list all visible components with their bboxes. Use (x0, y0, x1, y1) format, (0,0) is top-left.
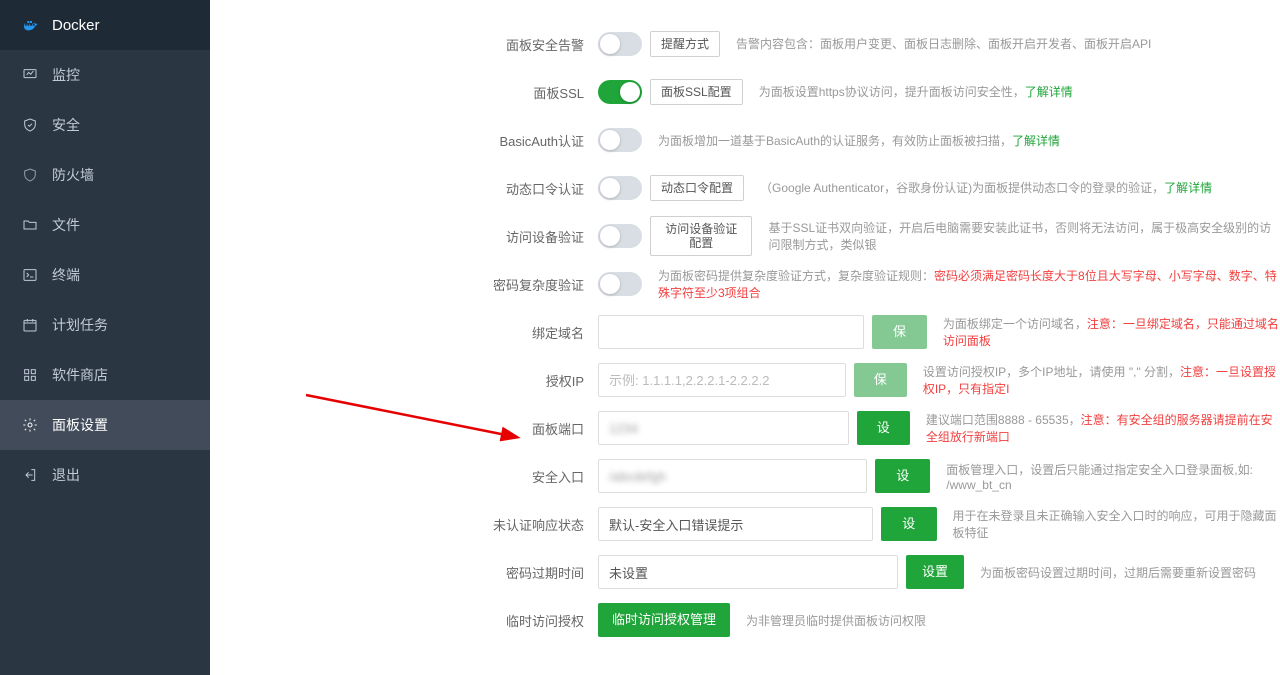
btn-device-config[interactable]: 访问设备验证配置 (650, 216, 752, 257)
sidebar-item-files[interactable]: 文件 (0, 200, 210, 250)
sidebar-item-cron[interactable]: 计划任务 (0, 300, 210, 350)
label-port: 面板端口 (210, 419, 598, 438)
row-pwdcomplex: 密码复杂度验证 为面板密码提供复杂度验证方式，复杂度验证规则：密码必须满足密码长… (210, 260, 1280, 308)
btn-ssl-config[interactable]: 面板SSL配置 (650, 79, 743, 105)
row-unauth: 未认证响应状态 设置 用于在未登录且未正确输入安全入口时的响应，可用于隐藏面板特… (210, 500, 1280, 548)
desc-device: 基于SSL证书双向验证，开启后电脑需要安装此证书，否则将无法访问，属于极高安全级… (768, 219, 1280, 253)
calendar-icon (22, 317, 38, 333)
link-ssl-learn[interactable]: 了解详情 (1025, 85, 1073, 99)
btn-unauth-set[interactable]: 设置 (881, 507, 937, 541)
btn-ip-save[interactable]: 保存 (854, 363, 907, 397)
docker-icon (22, 17, 38, 33)
desc-unauth: 用于在未登录且未正确输入安全入口时的响应，可用于隐藏面板特征 (953, 507, 1280, 541)
label-expire: 密码过期时间 (210, 563, 598, 582)
label-temp: 临时访问授权 (210, 611, 598, 630)
sidebar-item-settings[interactable]: 面板设置 (0, 400, 210, 450)
btn-expire-set[interactable]: 设置 (906, 555, 964, 589)
label-pwdcomplex: 密码复杂度验证 (210, 275, 598, 294)
sidebar-item-label: 软件商店 (52, 365, 108, 385)
btn-alert-mode[interactable]: 提醒方式 (650, 31, 720, 57)
row-expire: 密码过期时间 设置 为面板密码设置过期时间，过期后需要重新设置密码 (210, 548, 1280, 596)
label-basicauth: BasicAuth认证 (210, 131, 598, 150)
label-ip: 授权IP (210, 371, 598, 390)
terminal-icon (22, 267, 38, 283)
main-content: 面板安全告警 提醒方式 告警内容包含：面板用户变更、面板日志删除、面板开启开发者… (210, 0, 1280, 675)
row-port: 面板端口 1234 设置 建议端口范围8888 - 65535，注意：有安全组的… (210, 404, 1280, 452)
label-otp: 动态口令认证 (210, 179, 598, 198)
sidebar-item-label: 监控 (52, 65, 80, 85)
desc-domain: 为面板绑定一个访问域名，注意：一旦绑定域名，只能通过域名访问面板 (943, 315, 1280, 349)
row-basicauth: BasicAuth认证 为面板增加一道基于BasicAuth的认证服务，有效防止… (210, 116, 1280, 164)
sidebar-item-label: Docker (52, 17, 100, 34)
folder-icon (22, 217, 38, 233)
sidebar-item-label: 防火墙 (52, 165, 94, 185)
row-alert: 面板安全告警 提醒方式 告警内容包含：面板用户变更、面板日志删除、面板开启开发者… (210, 20, 1280, 68)
label-alert: 面板安全告警 (210, 35, 598, 54)
label-entry: 安全入口 (210, 467, 598, 486)
input-ip[interactable] (598, 363, 846, 397)
toggle-basicauth[interactable] (598, 128, 642, 152)
desc-alert: 告警内容包含：面板用户变更、面板日志删除、面板开启开发者、面板开启API (736, 35, 1151, 52)
desc-ip: 设置访问授权IP，多个IP地址，请使用 "," 分割，注意：一旦设置授权IP，只… (923, 363, 1280, 397)
label-ssl: 面板SSL (210, 83, 598, 102)
desc-expire: 为面板密码设置过期时间，过期后需要重新设置密码 (980, 564, 1256, 581)
sidebar-item-terminal[interactable]: 终端 (0, 250, 210, 300)
btn-temp-manage[interactable]: 临时访问授权管理 (598, 603, 730, 637)
sidebar-item-label: 面板设置 (52, 415, 108, 435)
input-expire[interactable] (598, 555, 898, 589)
link-basic-learn[interactable]: 了解详情 (1012, 134, 1060, 148)
sidebar-item-label: 退出 (52, 465, 80, 485)
input-port[interactable]: 1234 (598, 411, 849, 445)
monitor-icon (22, 67, 38, 83)
sidebar-item-monitor[interactable]: 监控 (0, 50, 210, 100)
desc-entry: 面板管理入口，设置后只能通过指定安全入口登录面板,如: /www_bt_cn (946, 461, 1280, 492)
row-ssl: 面板SSL 面板SSL配置 为面板设置https协议访问，提升面板访问安全性，了… (210, 68, 1280, 116)
row-device: 访问设备验证 访问设备验证配置 基于SSL证书双向验证，开启后电脑需要安装此证书… (210, 212, 1280, 260)
desc-temp: 为非管理员临时提供面板访问权限 (746, 612, 926, 629)
sidebar-item-appstore[interactable]: 软件商店 (0, 350, 210, 400)
sidebar-item-label: 安全 (52, 115, 80, 135)
sidebar-item-docker[interactable]: Docker (0, 0, 210, 50)
toggle-otp[interactable] (598, 176, 642, 200)
apps-icon (22, 367, 38, 383)
link-otp-learn[interactable]: 了解详情 (1164, 181, 1212, 195)
toggle-alert[interactable] (598, 32, 642, 56)
label-unauth: 未认证响应状态 (210, 515, 598, 534)
row-ip: 授权IP 保存 设置访问授权IP，多个IP地址，请使用 "," 分割，注意：一旦… (210, 356, 1280, 404)
btn-port-set[interactable]: 设置 (857, 411, 910, 445)
toggle-pwdcomplex[interactable] (598, 272, 642, 296)
firewall-icon (22, 167, 38, 183)
desc-pwdcomplex: 为面板密码提供复杂度验证方式，复杂度验证规则：密码必须满足密码长度大于8位且大写… (658, 267, 1280, 301)
gear-icon (22, 417, 38, 433)
row-temp: 临时访问授权 临时访问授权管理 为非管理员临时提供面板访问权限 (210, 596, 1280, 644)
shield-icon (22, 117, 38, 133)
btn-otp-config[interactable]: 动态口令配置 (650, 175, 744, 201)
desc-basicauth: 为面板增加一道基于BasicAuth的认证服务，有效防止面板被扫描，了解详情 (658, 132, 1060, 149)
logout-icon (22, 467, 38, 483)
sidebar: Docker 监控 安全 防火墙 文件 终端 计划任务 软件商店 (0, 0, 210, 675)
toggle-ssl[interactable] (598, 80, 642, 104)
btn-entry-set[interactable]: 设置 (875, 459, 930, 493)
sidebar-item-logout[interactable]: 退出 (0, 450, 210, 500)
sidebar-item-label: 计划任务 (52, 315, 108, 335)
label-domain: 绑定域名 (210, 323, 598, 342)
label-device: 访问设备验证 (210, 227, 598, 246)
input-unauth[interactable] (598, 507, 873, 541)
row-domain: 绑定域名 保存 为面板绑定一个访问域名，注意：一旦绑定域名，只能通过域名访问面板 (210, 308, 1280, 356)
desc-ssl: 为面板设置https协议访问，提升面板访问安全性，了解详情 (759, 83, 1073, 100)
row-entry: 安全入口 /abcdefgh 设置 面板管理入口，设置后只能通过指定安全入口登录… (210, 452, 1280, 500)
sidebar-item-label: 文件 (52, 215, 80, 235)
row-otp: 动态口令认证 动态口令配置 （Google Authenticator，谷歌身份… (210, 164, 1280, 212)
toggle-device[interactable] (598, 224, 642, 248)
btn-domain-save[interactable]: 保存 (872, 315, 927, 349)
desc-otp: （Google Authenticator，谷歌身份认证)为面板提供动态口令的登… (760, 179, 1212, 196)
sidebar-item-firewall[interactable]: 防火墙 (0, 150, 210, 200)
input-domain[interactable] (598, 315, 864, 349)
sidebar-item-security[interactable]: 安全 (0, 100, 210, 150)
desc-port: 建议端口范围8888 - 65535，注意：有安全组的服务器请提前在安全组放行新… (926, 411, 1280, 445)
input-entry[interactable]: /abcdefgh (598, 459, 867, 493)
sidebar-item-label: 终端 (52, 265, 80, 285)
